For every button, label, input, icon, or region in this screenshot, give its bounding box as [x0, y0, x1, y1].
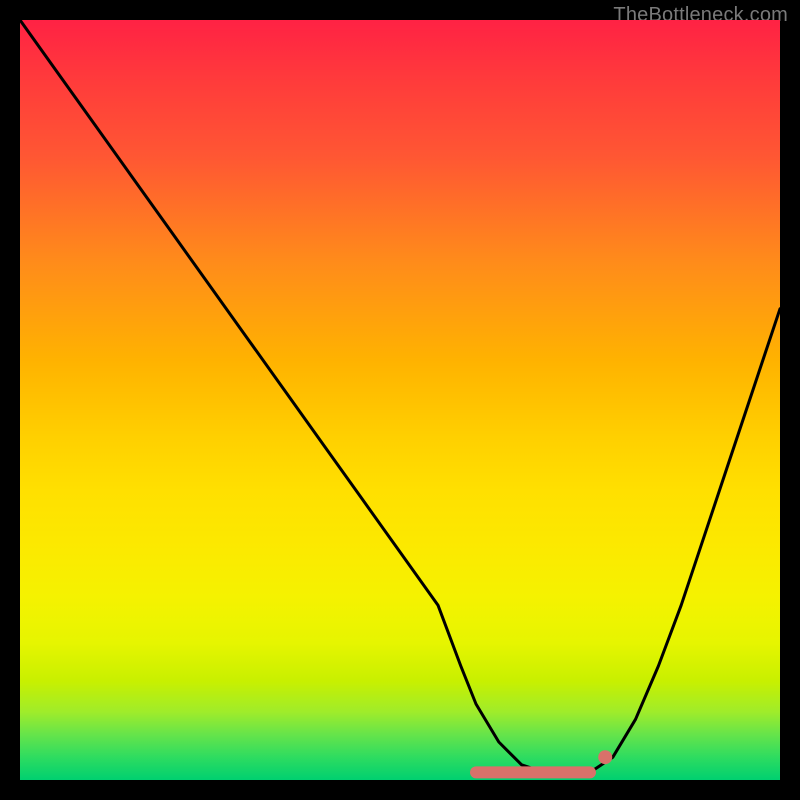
bottleneck-curve: [20, 20, 780, 772]
chart-container: TheBottleneck.com: [0, 0, 800, 800]
highlight-dot: [598, 750, 612, 764]
curve-svg: [20, 20, 780, 780]
plot-area: [20, 20, 780, 780]
